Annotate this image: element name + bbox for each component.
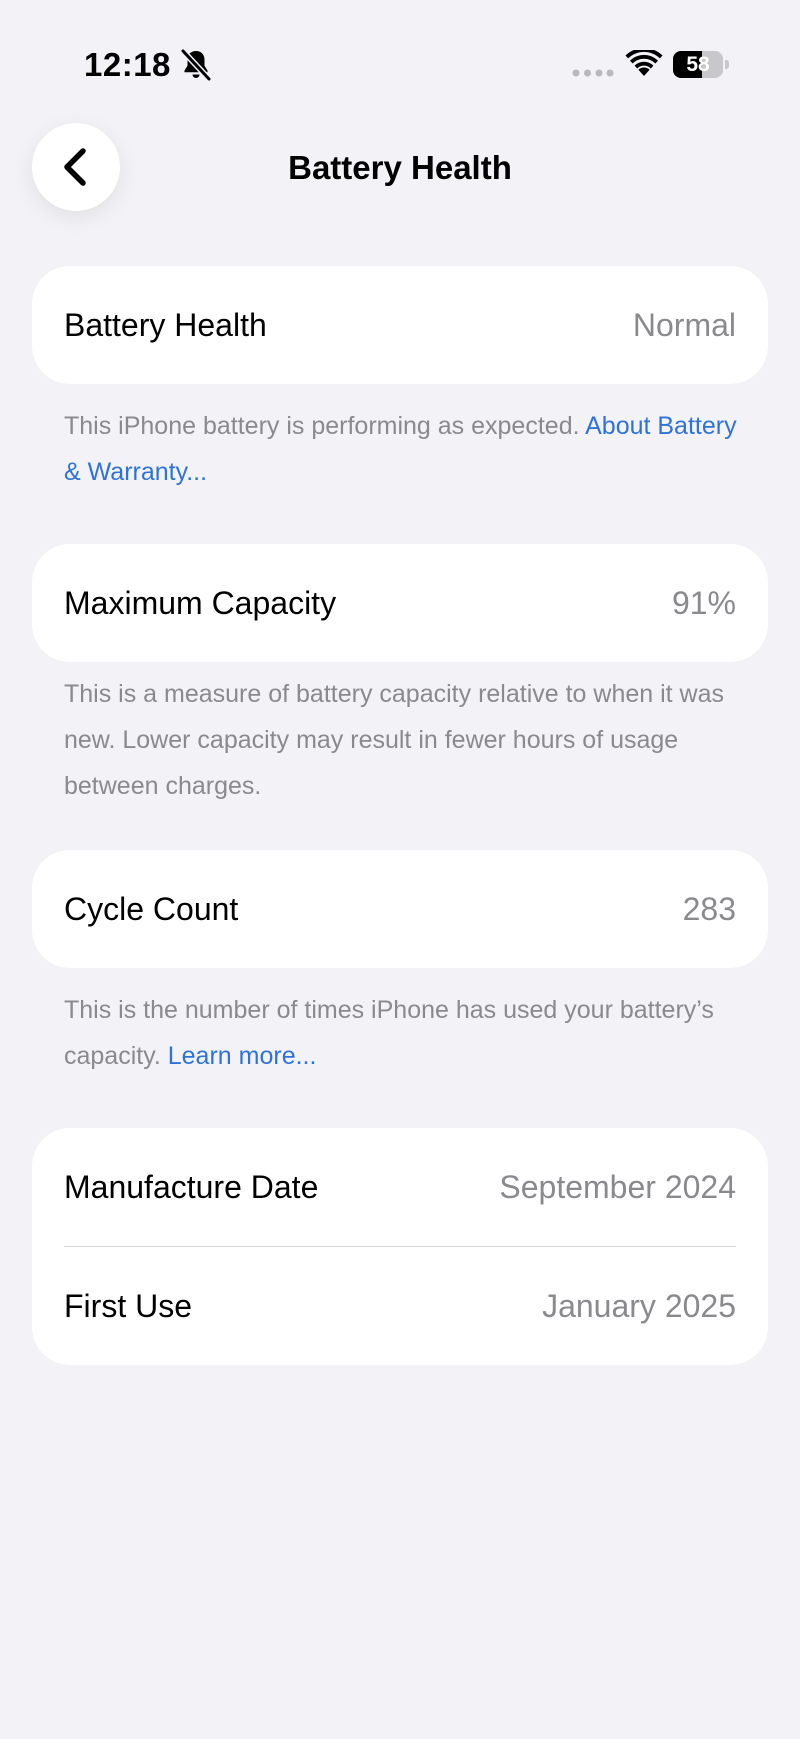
battery-health-row: Battery Health Normal xyxy=(32,266,768,384)
max-capacity-row: Maximum Capacity 91% xyxy=(32,544,768,662)
max-capacity-label: Maximum Capacity xyxy=(64,584,337,621)
first-use-row: First Use January 2025 xyxy=(32,1247,768,1365)
cycle-count-footnote: This is the number of times iPhone has u… xyxy=(64,987,744,1079)
cycle-count-footnote-text: This is the number of times iPhone has u… xyxy=(64,996,714,1070)
dates-card: Manufacture Date September 2024 First Us… xyxy=(32,1128,768,1365)
manufacture-date-row: Manufacture Date September 2024 xyxy=(32,1128,768,1246)
battery-health-footnote-text: This iPhone battery is performing as exp… xyxy=(64,412,586,440)
cellular-signal-icon xyxy=(572,69,614,77)
cycle-count-card: Cycle Count 283 xyxy=(32,850,768,968)
max-capacity-card: Maximum Capacity 91% xyxy=(32,544,768,662)
max-capacity-value: 91% xyxy=(671,584,736,621)
status-bar: 12:18 58 xyxy=(0,0,800,120)
max-capacity-footnote-text: This is a measure of battery capacity re… xyxy=(64,680,725,800)
wifi-icon xyxy=(625,50,663,76)
cycle-count-label: Cycle Count xyxy=(64,890,239,927)
battery-health-value: Normal xyxy=(632,306,736,343)
status-time: 12:18 xyxy=(84,46,171,83)
battery-icon: 58 xyxy=(673,51,729,78)
battery-level-text: 58 xyxy=(686,53,710,76)
battery-health-footnote: This iPhone battery is performing as exp… xyxy=(64,403,744,495)
battery-health-card: Battery Health Normal xyxy=(32,266,768,384)
learn-more-link[interactable]: Learn more... xyxy=(168,1042,317,1070)
manufacture-date-value: September 2024 xyxy=(499,1168,736,1205)
first-use-value: January 2025 xyxy=(542,1287,736,1324)
first-use-label: First Use xyxy=(64,1287,192,1324)
bell-slash-icon xyxy=(180,48,212,82)
cycle-count-value: 283 xyxy=(682,890,736,927)
cycle-count-row: Cycle Count 283 xyxy=(32,850,768,968)
battery-health-label: Battery Health xyxy=(64,306,267,343)
max-capacity-footnote: This is a measure of battery capacity re… xyxy=(64,671,744,809)
page-title: Battery Health xyxy=(288,149,512,186)
manufacture-date-label: Manufacture Date xyxy=(64,1168,319,1205)
battery-health-screen: 12:18 58 Battery Health Battery Health N… xyxy=(0,0,800,1739)
